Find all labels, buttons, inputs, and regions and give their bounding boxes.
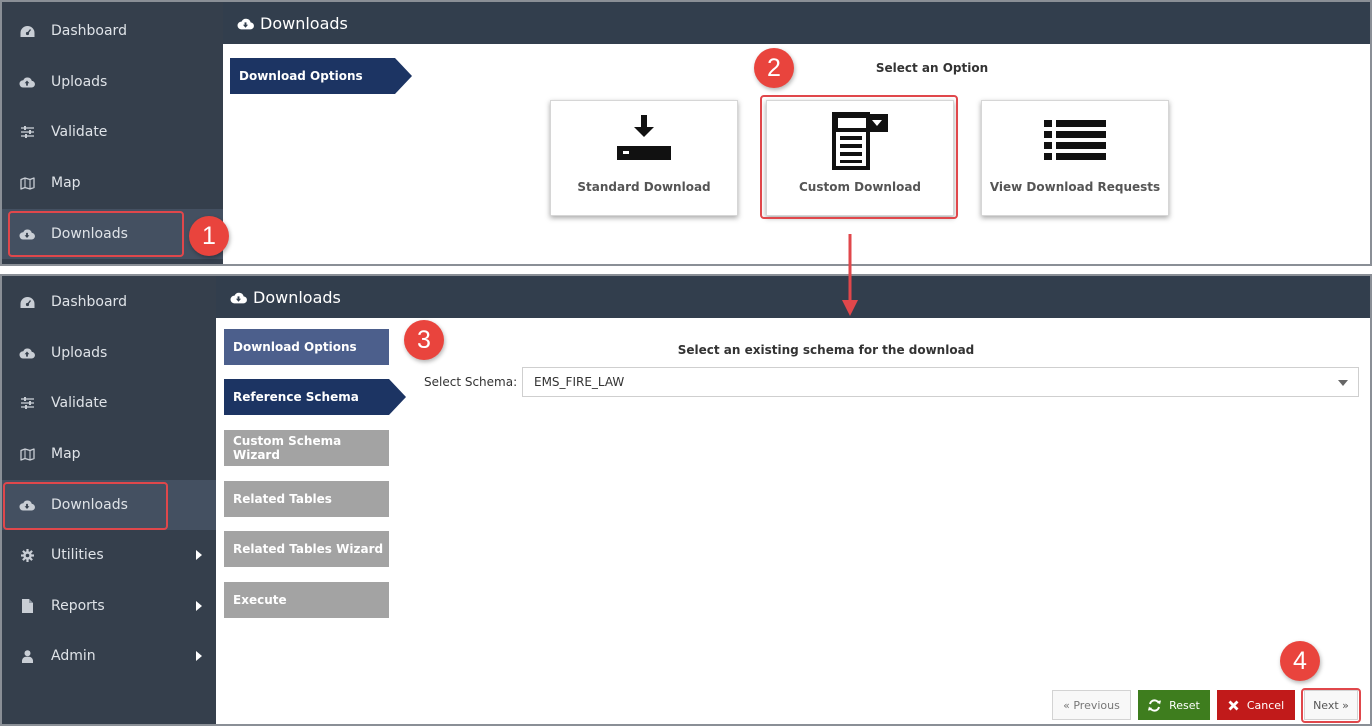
sidebar-item-map[interactable]: Map bbox=[2, 158, 223, 208]
wizard-step-custom-schema-wizard: Custom Schema Wizard bbox=[224, 430, 389, 466]
sidebar-item-label: Utilities bbox=[51, 547, 104, 563]
reset-button[interactable]: Reset bbox=[1138, 690, 1210, 720]
previous-button[interactable]: « Previous bbox=[1052, 690, 1131, 720]
highlight-downloads-nav bbox=[3, 482, 168, 530]
caret-right-icon bbox=[196, 550, 202, 560]
wizard-step-download-options[interactable]: Download Options bbox=[230, 58, 412, 94]
highlight-downloads-nav bbox=[8, 211, 184, 257]
step-label: Download Options bbox=[233, 340, 357, 354]
schema-heading: Select an existing schema for the downlo… bbox=[677, 343, 975, 357]
refresh-icon bbox=[1148, 698, 1162, 712]
sliders-icon bbox=[19, 395, 35, 411]
wizard-step-reference-schema[interactable]: Reference Schema bbox=[224, 379, 406, 415]
cancel-button-label: Cancel bbox=[1246, 698, 1285, 712]
view-download-requests-card[interactable]: View Download Requests bbox=[981, 100, 1169, 216]
sidebar-item-uploads[interactable]: Uploads bbox=[2, 57, 223, 107]
page-title: Downloads bbox=[260, 13, 348, 33]
sidebar-item-map[interactable]: Map bbox=[2, 429, 216, 479]
step-label: Download Options bbox=[239, 69, 363, 83]
step-label: Execute bbox=[233, 593, 287, 607]
callout-badge-3: 3 bbox=[404, 320, 444, 360]
sidebar-item-label: Dashboard bbox=[51, 294, 127, 310]
sidebar-item-label: Validate bbox=[51, 124, 108, 140]
sidebar-item-utilities[interactable]: Utilities bbox=[2, 530, 216, 580]
callout-badge-4: 4 bbox=[1280, 641, 1320, 681]
chevron-down-icon bbox=[1338, 380, 1348, 386]
sidebar-item-uploads[interactable]: Uploads bbox=[2, 328, 216, 378]
page-title: Downloads bbox=[253, 287, 341, 307]
sidebar-item-admin[interactable]: Admin bbox=[2, 631, 216, 681]
user-icon bbox=[19, 648, 35, 664]
cloud-upload-icon bbox=[19, 345, 35, 361]
wizard-step-download-options[interactable]: Download Options bbox=[224, 329, 389, 365]
step-label: Reference Schema bbox=[233, 390, 359, 404]
select-option-heading: Select an Option bbox=[875, 61, 989, 75]
page-header: Downloads bbox=[216, 276, 1370, 318]
step-label: Related Tables Wizard bbox=[233, 542, 384, 556]
sidebar-item-label: Uploads bbox=[51, 74, 108, 90]
page-header: Downloads bbox=[223, 2, 1370, 44]
card-label: View Download Requests bbox=[989, 180, 1161, 194]
sidebar-item-reports[interactable]: Reports bbox=[2, 581, 216, 631]
sidebar-item-label: Map bbox=[51, 175, 81, 191]
step-arrow bbox=[395, 58, 412, 94]
caret-right-icon bbox=[196, 651, 202, 661]
top-screen-panel: Dashboard Uploads Validate Map Downloads bbox=[0, 0, 1372, 266]
sliders-icon bbox=[19, 124, 35, 140]
standard-download-card[interactable]: Standard Download bbox=[550, 100, 738, 216]
caret-right-icon bbox=[196, 601, 202, 611]
document-icon bbox=[19, 598, 35, 614]
list-icon bbox=[1044, 120, 1106, 164]
map-icon bbox=[19, 175, 35, 191]
cancel-button[interactable]: Cancel bbox=[1217, 690, 1295, 720]
callout-badge-2: 2 bbox=[754, 48, 794, 88]
highlight-next-button bbox=[1301, 688, 1361, 723]
sidebar-item-label: Reports bbox=[51, 598, 105, 614]
schema-select[interactable]: EMS_FIRE_LAW bbox=[522, 367, 1359, 397]
sidebar-item-validate[interactable]: Validate bbox=[2, 107, 223, 157]
schema-select-value: EMS_FIRE_LAW bbox=[534, 375, 625, 389]
gear-icon bbox=[19, 547, 35, 563]
sidebar-item-label: Uploads bbox=[51, 345, 108, 361]
sidebar-item-label: Admin bbox=[51, 648, 96, 664]
highlight-custom-download bbox=[760, 95, 958, 219]
map-icon bbox=[19, 446, 35, 462]
sidebar-item-label: Validate bbox=[51, 395, 108, 411]
callout-badge-1: 1 bbox=[189, 216, 229, 256]
step-label: Custom Schema Wizard bbox=[233, 434, 342, 462]
wizard-step-related-tables: Related Tables bbox=[224, 481, 389, 517]
sidebar-item-dashboard[interactable]: Dashboard bbox=[2, 277, 216, 327]
select-schema-label: Select Schema: bbox=[424, 375, 518, 389]
previous-button-label: « Previous bbox=[1063, 698, 1120, 712]
step-label: Related Tables bbox=[233, 492, 332, 506]
cloud-download-icon bbox=[237, 15, 254, 34]
sidebar-item-label: Dashboard bbox=[51, 23, 127, 39]
cloud-download-icon bbox=[230, 289, 247, 308]
card-label: Standard Download bbox=[577, 180, 711, 194]
sidebar-item-dashboard[interactable]: Dashboard bbox=[2, 6, 223, 56]
bottom-screen-panel: Dashboard Uploads Validate Map Downloads bbox=[0, 274, 1372, 726]
dashboard-icon bbox=[19, 23, 35, 39]
sidebar-item-validate[interactable]: Validate bbox=[2, 378, 216, 428]
cloud-upload-icon bbox=[19, 74, 35, 90]
close-icon bbox=[1228, 700, 1239, 711]
download-tray-icon bbox=[617, 115, 671, 167]
flow-arrow-icon bbox=[842, 234, 858, 316]
dashboard-icon bbox=[19, 294, 35, 310]
wizard-step-related-tables-wizard: Related Tables Wizard bbox=[224, 531, 389, 567]
sidebar-item-label: Map bbox=[51, 446, 81, 462]
wizard-step-execute: Execute bbox=[224, 582, 389, 618]
reset-button-label: Reset bbox=[1169, 698, 1200, 712]
step-arrow bbox=[389, 379, 406, 415]
